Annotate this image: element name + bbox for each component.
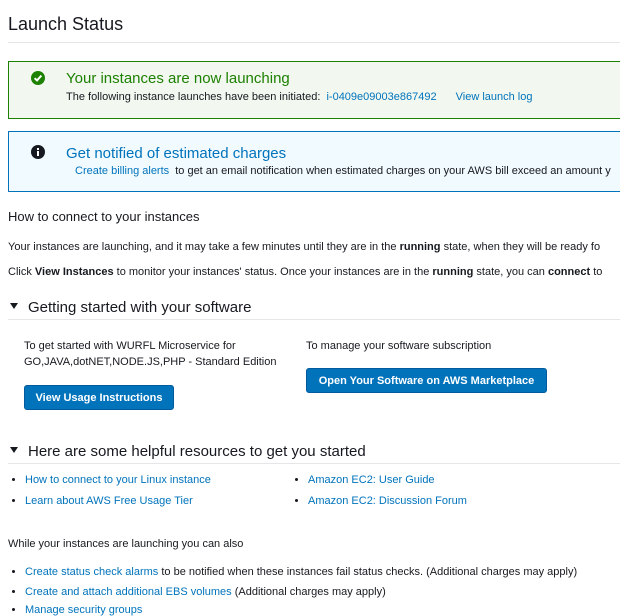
free-usage-tier-link[interactable]: Learn about AWS Free Usage Tier [25,495,193,507]
connect-text: state, when they will be ready fo [443,241,601,253]
bullet-icon [12,569,15,573]
view-launch-log-link[interactable]: View launch log [456,91,533,103]
resources-section-toggle[interactable]: Here are some helpful resources to get y… [10,443,366,460]
success-alert-title: Your instances are now launching [66,70,290,87]
software-section-title: Getting started with your software [28,299,252,316]
software-left-text-1: To get started with WURFL Microservice f… [24,340,236,352]
resources-section-title: Here are some helpful resources to get y… [28,443,366,460]
connect-text: to monitor your instances' status. Once … [116,266,430,278]
bullet-icon [12,607,15,611]
instance-id-link[interactable]: i-0409e09003e867492 [326,91,436,103]
info-alert: Get notified of estimated charges Create… [8,131,620,192]
success-alert-text: The following instance launches have bee… [66,91,321,103]
ec2-discussion-forum-link[interactable]: Amazon EC2: Discussion Forum [308,495,467,507]
info-alert-body: Create billing alerts to get an email no… [75,165,611,177]
list-item-text: (Additional charges may apply) [234,586,386,598]
create-billing-alerts-link[interactable]: Create billing alerts [75,165,169,177]
check-circle-icon [31,71,45,85]
info-alert-title: Get notified of estimated charges [66,145,287,162]
connect-text: Your instances are launching, and it may… [8,241,397,253]
software-section-toggle[interactable]: Getting started with your software [10,299,251,316]
list-item: Create and attach additional EBS volumes… [12,586,386,598]
caret-down-icon [10,447,18,454]
ec2-user-guide-link[interactable]: Amazon EC2: User Guide [308,474,435,486]
info-circle-icon [31,145,45,159]
manage-security-groups-link[interactable]: Manage security groups [25,604,142,616]
open-aws-marketplace-button[interactable]: Open Your Software on AWS Marketplace [306,368,547,393]
bullet-icon [12,589,15,593]
status-check-alarms-link[interactable]: Create status check alarms [25,566,158,578]
connect-heading: How to connect to your instances [8,209,200,224]
list-item: Amazon EC2: Discussion Forum [295,495,467,507]
success-alert-body: The following instance launches have bee… [66,91,533,103]
page-title: Launch Status [8,14,124,34]
resources-divider [8,463,620,464]
software-left-text-2: GO,JAVA,dotNET,NODE.JS,PHP - Standard Ed… [24,356,277,368]
list-item: Create status check alarms to be notifie… [12,566,577,578]
connect-bold-text: connect [547,266,591,278]
bullet-icon [295,498,298,502]
success-alert: Your instances are now launching The fol… [8,61,620,119]
linux-connect-link[interactable]: How to connect to your Linux instance [25,474,211,486]
connect-paragraph-2: Click View Instances to monitor your ins… [8,266,602,278]
bullet-icon [12,498,15,502]
software-right-text: To manage your software subscription [306,340,492,352]
list-item-text: to be notified when these instances fail… [161,566,578,578]
caret-down-icon [10,303,18,310]
list-item: Amazon EC2: User Guide [295,474,435,486]
list-item: How to connect to your Linux instance [12,474,211,486]
connect-text: to [593,266,603,278]
running-state-text: running [399,241,441,253]
connect-paragraph-1: Your instances are launching, and it may… [8,241,600,253]
list-item: Manage security groups [12,604,142,616]
title-divider [8,42,620,43]
connect-text: Click [8,266,32,278]
ebs-volumes-link[interactable]: Create and attach additional EBS volumes [25,586,232,598]
view-usage-instructions-button[interactable]: View Usage Instructions [24,385,174,410]
list-item: Learn about AWS Free Usage Tier [12,495,193,507]
bullet-icon [12,477,15,481]
software-divider [8,319,620,320]
info-alert-text: to get an email notification when estima… [175,165,611,177]
view-instances-text: View Instances [34,266,114,278]
running-state-text: running [432,266,474,278]
connect-text: state, you can [476,266,545,278]
bullet-icon [295,477,298,481]
also-heading: While your instances are launching you c… [8,538,244,550]
